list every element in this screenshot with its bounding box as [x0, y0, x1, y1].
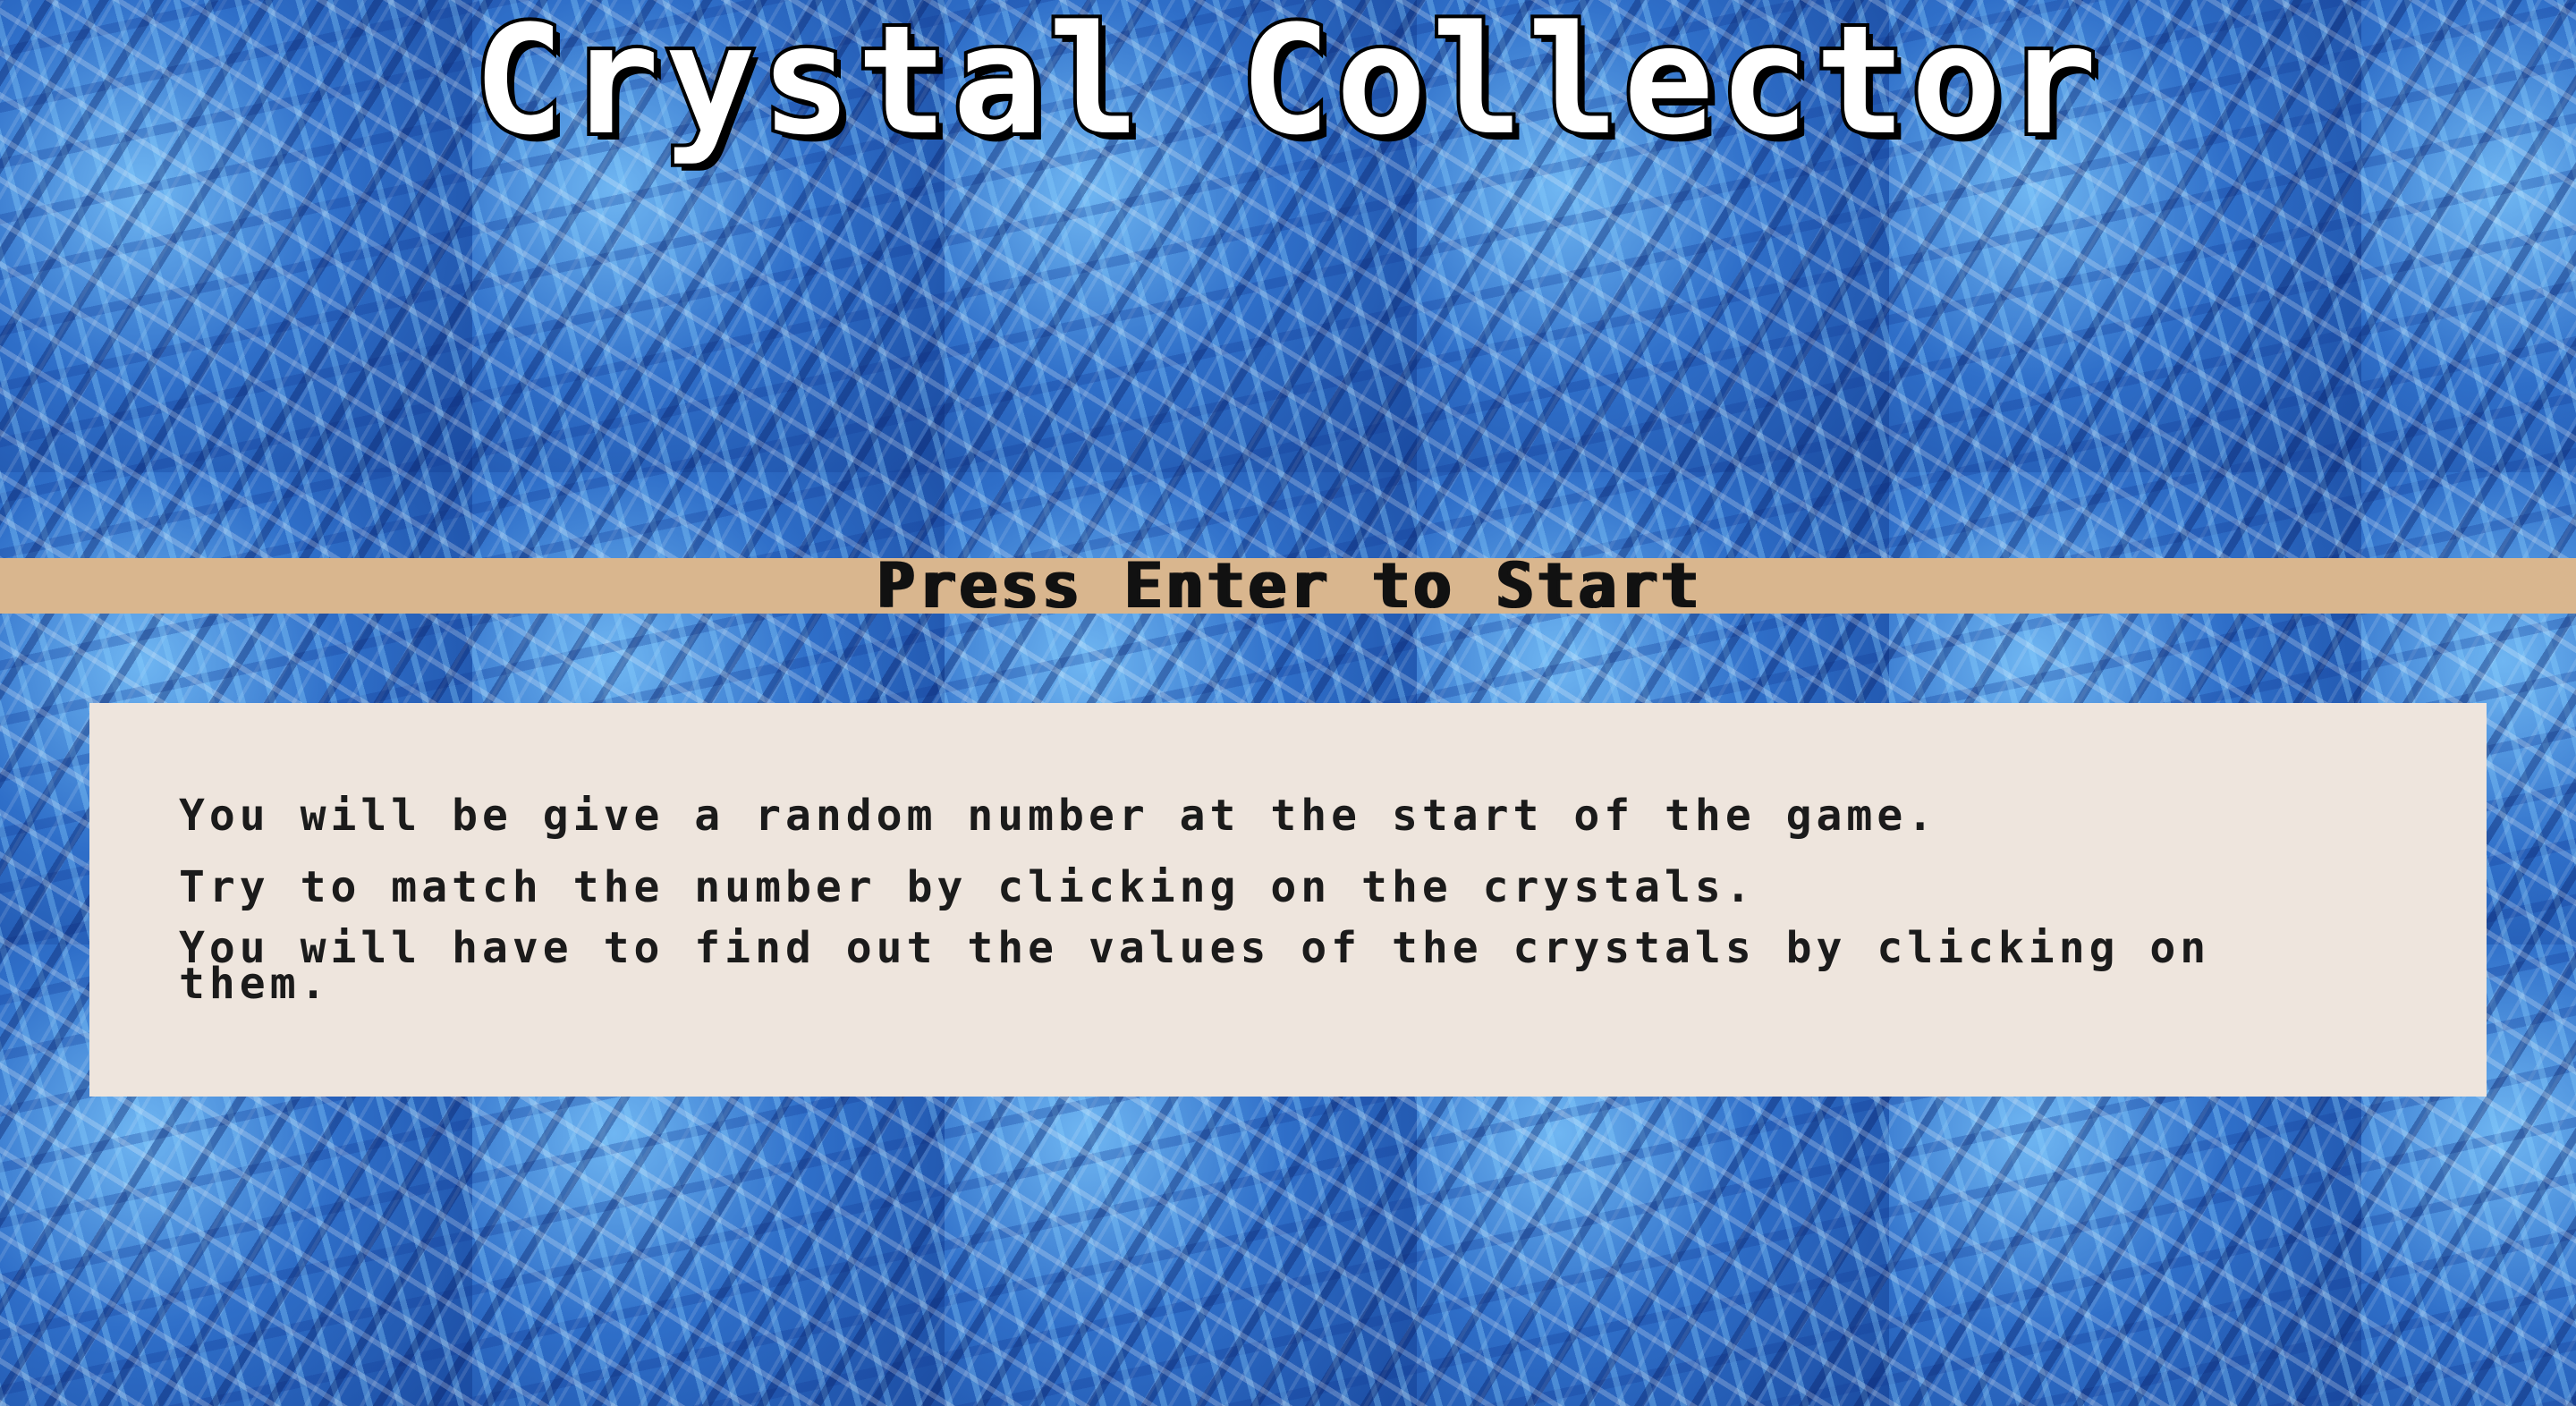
start-prompt-bar[interactable]: Press Enter to Start — [0, 549, 2576, 623]
instruction-line-1: You will be give a random number at the … — [179, 791, 1938, 841]
instruction-line-2: Try to match the number by clicking on t… — [179, 862, 1756, 912]
start-prompt: Press Enter to Start — [875, 549, 1701, 623]
game-title: Crystal Collector — [470, 0, 2103, 168]
instruction-line-3: You will have to find out the values of … — [179, 923, 2211, 1009]
instructions-panel: You will be give a random number at the … — [89, 703, 2487, 1097]
